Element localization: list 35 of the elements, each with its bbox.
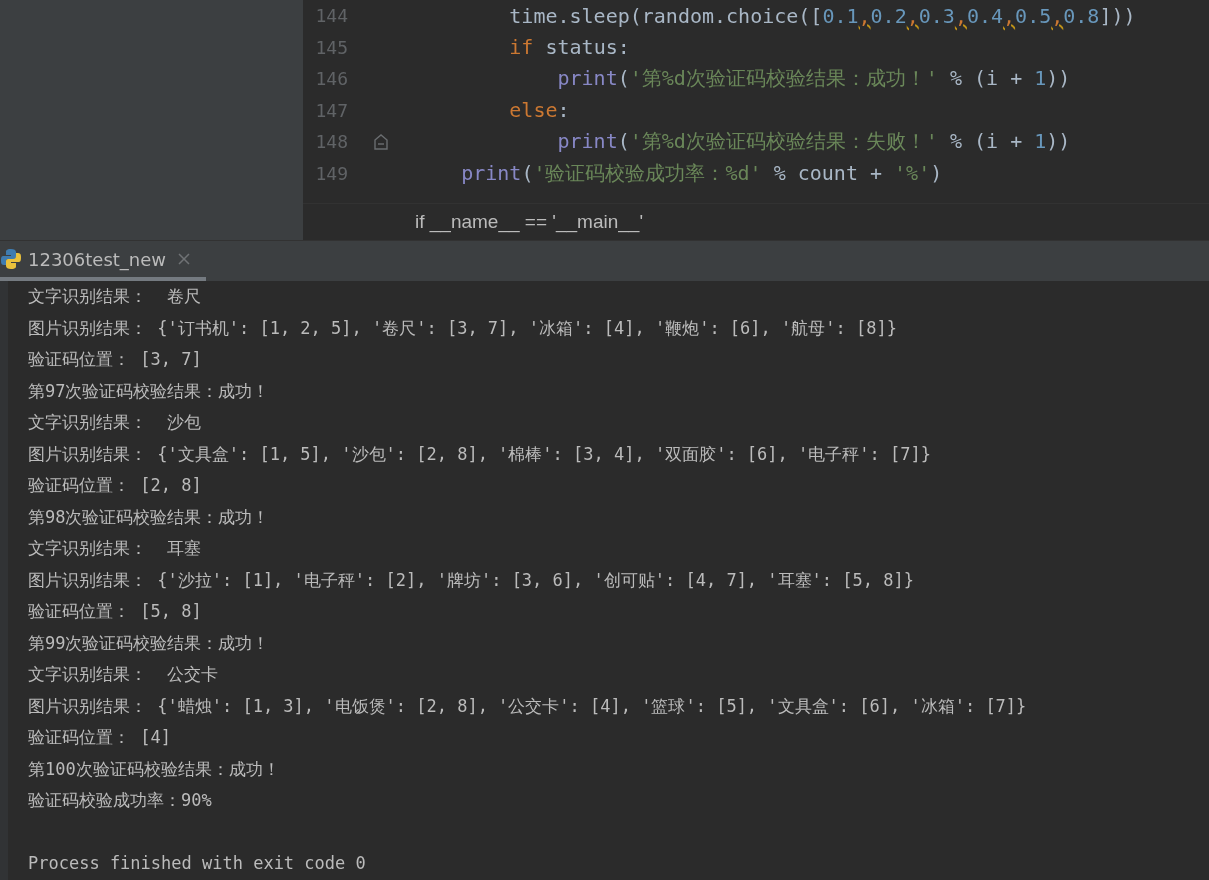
breadcrumb[interactable]: if __name__ == '__main__' <box>415 211 644 233</box>
code-line: if status: <box>508 35 630 60</box>
console-line: 图片识别结果： {'订书机': [1, 2, 5], '卷尺': [3, 7], '冰箱': [4], '鞭炮': [6], '航母': [8]} <box>28 316 898 340</box>
console-line: 文字识别结果： 公交卡 <box>28 663 220 686</box>
code-line: else: <box>508 98 570 123</box>
line-number: 149 <box>314 162 348 184</box>
console-line: 文字识别结果： 沙包 <box>28 411 203 434</box>
console-line: 验证码位置： [5, 8] <box>28 600 203 623</box>
exit-message: Process finished with exit code 0 <box>28 852 367 875</box>
console-line: 文字识别结果： 耳塞 <box>28 537 203 560</box>
fold-icon[interactable] <box>373 133 388 150</box>
console-line: 图片识别结果： {'文具盒': [1, 5], '沙包': [2, 8], '棉棒': [3, 4], '双面胶': [6], '电子秤': [7]} <box>28 442 932 466</box>
console-line: 验证码位置： [4] <box>28 726 172 749</box>
console-line: 图片识别结果： {'蜡烛': [1, 3], '电饭煲': [2, 8], '公交卡': [4], '篮球': [5], '文具盒': [6], '冰箱': [7]} <box>28 694 1028 718</box>
line-number: 144 <box>314 5 348 27</box>
console-line: 验证码位置： [2, 8] <box>28 474 203 497</box>
code-line: time.sleep(random.choice([0.1,0.2,0.3,0.4,0.5,0.8])) <box>508 3 1136 28</box>
line-number: 146 <box>314 68 348 90</box>
console-line: 文字识别结果： 卷尺 <box>28 285 203 308</box>
console-line: 图片识别结果： {'沙拉': [1], '电子秤': [2], '牌坊': [3, 6], '创可贴': [4, 7], '耳塞': [5, 8]} <box>28 568 915 592</box>
console-line: 第97次验证码校验结果：成功！ <box>28 379 271 403</box>
console-line: 验证码校验成功率：90% <box>28 789 213 812</box>
console-line: 第100次验证码校验结果：成功！ <box>28 757 281 781</box>
console-line: 第98次验证码校验结果：成功！ <box>28 505 271 529</box>
python-icon <box>0 248 22 270</box>
code-line: print('第%d次验证码校验结果：失败！' % (i + 1)) <box>556 128 1071 156</box>
code-line: print('验证码校验成功率：%d' % count + '%') <box>460 159 943 187</box>
line-number: 147 <box>314 99 348 121</box>
code-line: print('第%d次验证码校验结果：成功！' % (i + 1)) <box>556 65 1071 93</box>
close-icon[interactable] <box>178 253 191 265</box>
console-line: 验证码位置： [3, 7] <box>28 348 203 371</box>
line-number: 148 <box>314 131 348 153</box>
line-number: 145 <box>314 36 348 58</box>
console-line: 第99次验证码校验结果：成功！ <box>28 631 271 655</box>
run-tab[interactable]: 12306test_new <box>0 241 207 281</box>
